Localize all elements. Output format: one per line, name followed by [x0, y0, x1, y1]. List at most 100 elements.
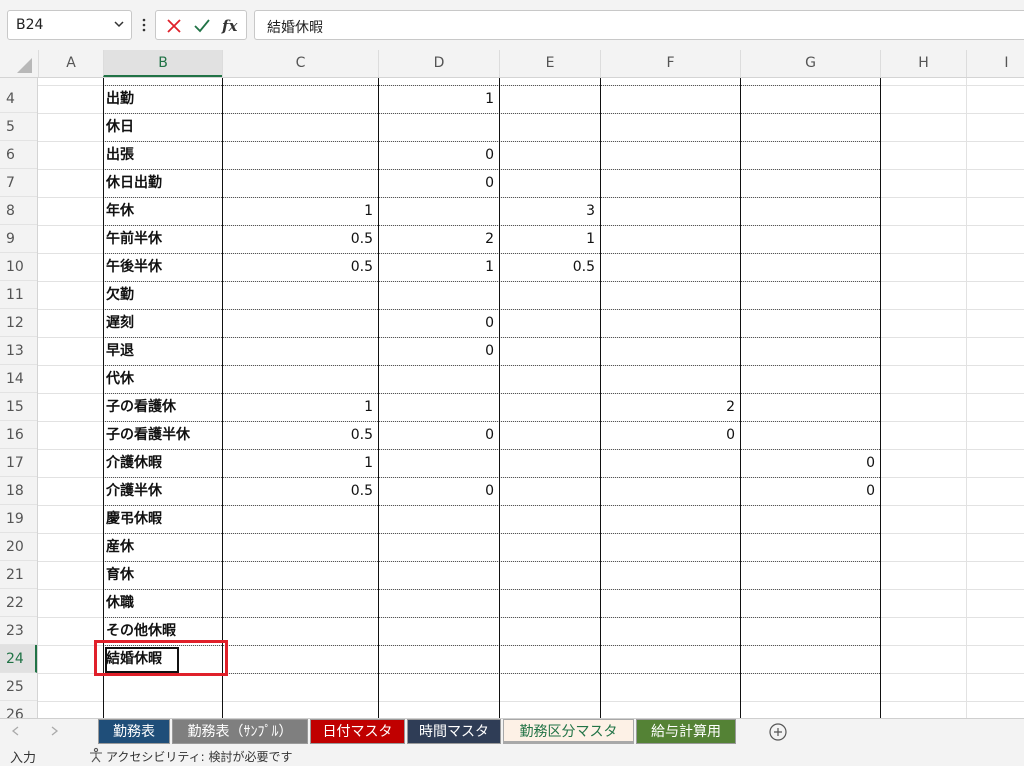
- table-cell-e[interactable]: [499, 701, 600, 718]
- table-cell-g[interactable]: [740, 701, 880, 718]
- column-header-f[interactable]: F: [600, 50, 740, 77]
- table-cell-g[interactable]: [740, 197, 880, 225]
- table-cell-g[interactable]: [740, 225, 880, 253]
- sheet-tab[interactable]: 日付マスタ: [310, 719, 405, 744]
- table-cell-d[interactable]: 0: [378, 169, 499, 197]
- table-cell-e[interactable]: [499, 141, 600, 169]
- table-cell-d[interactable]: [378, 533, 499, 561]
- table-cell-f[interactable]: [600, 141, 740, 169]
- table-cell-label[interactable]: 休日出勤: [103, 169, 222, 197]
- column-header-h[interactable]: H: [880, 50, 966, 77]
- table-cell-d[interactable]: [378, 645, 499, 673]
- table-cell-g[interactable]: [740, 673, 880, 701]
- table-cell-label[interactable]: 午後半休: [103, 253, 222, 281]
- table-cell-e[interactable]: 1: [499, 225, 600, 253]
- table-cell-g[interactable]: [740, 169, 880, 197]
- column-header-b[interactable]: B: [103, 50, 222, 77]
- row-header-21[interactable]: 21: [0, 561, 37, 589]
- table-cell-g[interactable]: 0: [740, 477, 880, 505]
- row-header-12[interactable]: 12: [0, 309, 37, 337]
- table-cell-c[interactable]: [222, 169, 378, 197]
- sheet-grid[interactable]: 出勤 1 休日 出張 0 休日出勤 0 年休 1 3 午前半休 0.5 2 1 午後半休 0.5 1 0.5 欠勤遅…: [38, 78, 1024, 718]
- table-cell-c[interactable]: 0.5: [222, 477, 378, 505]
- row-header-24[interactable]: 24: [0, 645, 37, 673]
- table-cell-d[interactable]: [378, 449, 499, 477]
- fx-icon[interactable]: fx: [220, 16, 240, 36]
- table-cell-d[interactable]: 2: [378, 225, 499, 253]
- column-header-e[interactable]: E: [499, 50, 600, 77]
- table-cell-f[interactable]: 2: [600, 393, 740, 421]
- table-cell-label[interactable]: 産休: [103, 533, 222, 561]
- sheet-tab[interactable]: 勤務区分マスタ: [503, 719, 634, 744]
- table-cell-d[interactable]: [378, 701, 499, 718]
- table-cell-c[interactable]: [222, 505, 378, 533]
- name-box[interactable]: B24: [7, 10, 132, 40]
- table-cell-label[interactable]: 早退: [103, 337, 222, 365]
- table-cell-d[interactable]: [378, 393, 499, 421]
- table-cell-d[interactable]: [378, 589, 499, 617]
- table-cell-f[interactable]: [600, 85, 740, 113]
- table-cell-d[interactable]: [378, 673, 499, 701]
- row-header-13[interactable]: 13: [0, 337, 37, 365]
- table-cell-d[interactable]: 1: [378, 253, 499, 281]
- table-cell-g[interactable]: [740, 85, 880, 113]
- column-header-i[interactable]: I: [966, 50, 1024, 77]
- check-icon[interactable]: [192, 16, 212, 36]
- table-cell-d[interactable]: [378, 113, 499, 141]
- table-cell-label[interactable]: 子の看護半休: [103, 421, 222, 449]
- table-cell-d[interactable]: [378, 365, 499, 393]
- table-cell-f[interactable]: [600, 561, 740, 589]
- table-cell-f[interactable]: [600, 617, 740, 645]
- table-cell-e[interactable]: [499, 421, 600, 449]
- table-cell-f[interactable]: [600, 449, 740, 477]
- table-cell-c[interactable]: [222, 337, 378, 365]
- column-header-a[interactable]: A: [38, 50, 103, 77]
- table-cell-c[interactable]: [222, 673, 378, 701]
- table-cell-label[interactable]: 遅刻: [103, 309, 222, 337]
- table-cell-g[interactable]: [740, 505, 880, 533]
- row-header-9[interactable]: 9: [0, 225, 37, 253]
- table-cell-e[interactable]: [499, 617, 600, 645]
- row-header-6[interactable]: 6: [0, 141, 37, 169]
- table-cell-label[interactable]: 年休: [103, 197, 222, 225]
- table-cell-c[interactable]: [222, 701, 378, 718]
- table-cell-g[interactable]: [740, 589, 880, 617]
- row-header-8[interactable]: 8: [0, 197, 37, 225]
- row-header-18[interactable]: 18: [0, 477, 37, 505]
- table-cell-label[interactable]: [103, 701, 222, 718]
- table-cell-c[interactable]: 1: [222, 393, 378, 421]
- accessibility-icon[interactable]: [88, 747, 104, 763]
- table-cell-d[interactable]: [378, 505, 499, 533]
- table-cell-label[interactable]: 育休: [103, 561, 222, 589]
- row-header-15[interactable]: 15: [0, 393, 37, 421]
- row-header-23[interactable]: 23: [0, 617, 37, 645]
- table-cell-f[interactable]: [600, 701, 740, 718]
- table-cell-c[interactable]: [222, 309, 378, 337]
- table-cell-c[interactable]: [222, 281, 378, 309]
- sheet-tab[interactable]: 時間マスタ: [407, 719, 501, 744]
- row-header-4[interactable]: 4: [0, 85, 37, 113]
- table-cell-f[interactable]: [600, 113, 740, 141]
- table-cell-g[interactable]: [740, 421, 880, 449]
- row-header-16[interactable]: 16: [0, 421, 37, 449]
- table-cell-f[interactable]: [600, 505, 740, 533]
- x-icon[interactable]: [164, 16, 184, 36]
- table-cell-g[interactable]: [740, 645, 880, 673]
- table-cell-e[interactable]: [499, 393, 600, 421]
- table-cell-f[interactable]: [600, 197, 740, 225]
- table-cell-d[interactable]: 0: [378, 421, 499, 449]
- table-cell-e[interactable]: [499, 589, 600, 617]
- table-cell-g[interactable]: [740, 309, 880, 337]
- table-cell-g[interactable]: 0: [740, 449, 880, 477]
- table-cell-e[interactable]: [499, 85, 600, 113]
- row-header-26[interactable]: 26: [0, 701, 37, 718]
- scroll-left-icon[interactable]: [10, 725, 22, 737]
- row-header-22[interactable]: 22: [0, 589, 37, 617]
- table-cell-e[interactable]: [499, 309, 600, 337]
- table-cell-d[interactable]: [378, 281, 499, 309]
- table-cell-label[interactable]: 欠勤: [103, 281, 222, 309]
- table-cell-e[interactable]: [499, 533, 600, 561]
- table-cell-e[interactable]: [499, 561, 600, 589]
- table-cell-e[interactable]: [499, 113, 600, 141]
- table-cell-f[interactable]: [600, 253, 740, 281]
